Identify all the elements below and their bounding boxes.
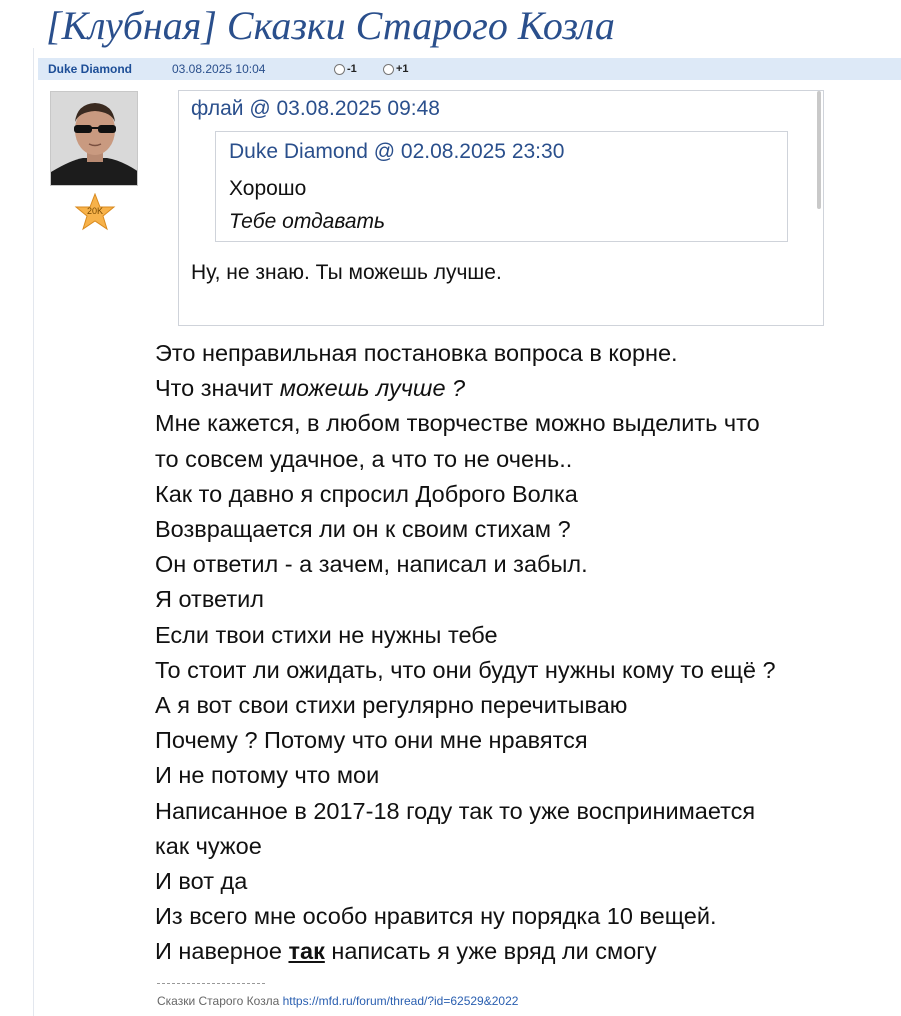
thread-title: [Клубная] Сказки Старого Козла [46,3,615,48]
nested-quote-block: Duke Diamond @ 02.08.2025 23:30 Хорошо Т… [215,131,788,242]
post-date-link[interactable]: 03.08.2025 10:04 [172,58,265,80]
nested-quote-text: Хорошо [229,177,307,200]
radio-icon[interactable] [334,63,345,75]
post-line-italic: можешь лучше ? [279,375,466,402]
post-line: Он ответил - а зачем, написал и забыл. [155,551,588,578]
vote-plus-option[interactable]: +1 [383,58,409,80]
nested-quote-header-link[interactable]: Duke Diamond @ 02.08.2025 23:30 [229,140,564,164]
post-line: Как то давно я спросил Доброго Волка [155,480,578,507]
post-line: Написанное в 2017-18 году так то уже вос… [155,797,756,824]
signature-text: Сказки Старого Козла [157,994,283,1008]
post-line: Если твои стихи не нужны тебе [155,621,498,648]
vote-minus-option[interactable]: -1 [334,58,357,80]
post-line: И наверное так написать я уже вряд ли см… [155,934,855,969]
vote-minus-label: -1 [347,63,357,75]
post-line-bold: так [288,938,325,965]
post-author-link[interactable]: Duke Diamond [48,58,132,80]
signature: Сказки Старого Козла https://mfd.ru/foru… [157,994,518,1008]
post-line: То стоит ли ожидать, что они будут нужны… [155,656,776,683]
post-line: Из всего мне особо нравится ну порядка 1… [155,903,717,930]
avatar[interactable] [50,91,138,186]
post-line: как чужое [155,832,262,859]
vote-plus-label: +1 [396,63,409,75]
post-line: Возвращается ли он к своим стихам ? [155,516,571,543]
post-line: Почему ? Потому что они мне нравятся [155,727,588,754]
left-rule [33,48,34,1016]
quote-block: флай @ 03.08.2025 09:48 Duke Diamond @ 0… [178,90,824,326]
rating-badge: 20K [74,192,116,231]
post-line-text: Что значит [155,375,280,402]
post-line: А я вот свои стихи регулярно перечитываю [155,692,628,719]
radio-icon[interactable] [383,63,394,75]
quote-header-link[interactable]: флай @ 03.08.2025 09:48 [191,97,440,121]
signature-divider [157,983,265,984]
post-line-text: написать я уже вряд ли смогу [324,938,657,965]
post-line: И вот да [155,868,248,895]
post-line: Я ответил [155,586,264,613]
post-line-text: И наверное [155,938,289,965]
post-line: Мне кажется, в любом творчестве можно вы… [155,410,760,437]
post-line: Это неправильная постановка вопроса в ко… [155,340,678,366]
signature-link[interactable]: https://mfd.ru/forum/thread/?id=62529&20… [283,994,519,1008]
quote-reply-text: Ну, не знаю. Ты можешь лучше. [191,261,502,284]
person-avatar-icon [51,92,137,185]
badge-label: 20K [86,206,103,216]
post-body: Это неправильная постановка вопроса в ко… [155,336,855,970]
post-line: И не потому что мои [155,762,380,789]
post-line: то совсем удачное, а что то не очень.. [155,445,573,472]
post-meta-bar: Duke Diamond 03.08.2025 10:04 -1 +1 [38,58,901,80]
quote-scrollbar[interactable] [817,91,821,209]
nested-quote-text-italic: Тебе отдавать [229,210,386,233]
post-line: Что значит можешь лучше ? [155,371,855,406]
